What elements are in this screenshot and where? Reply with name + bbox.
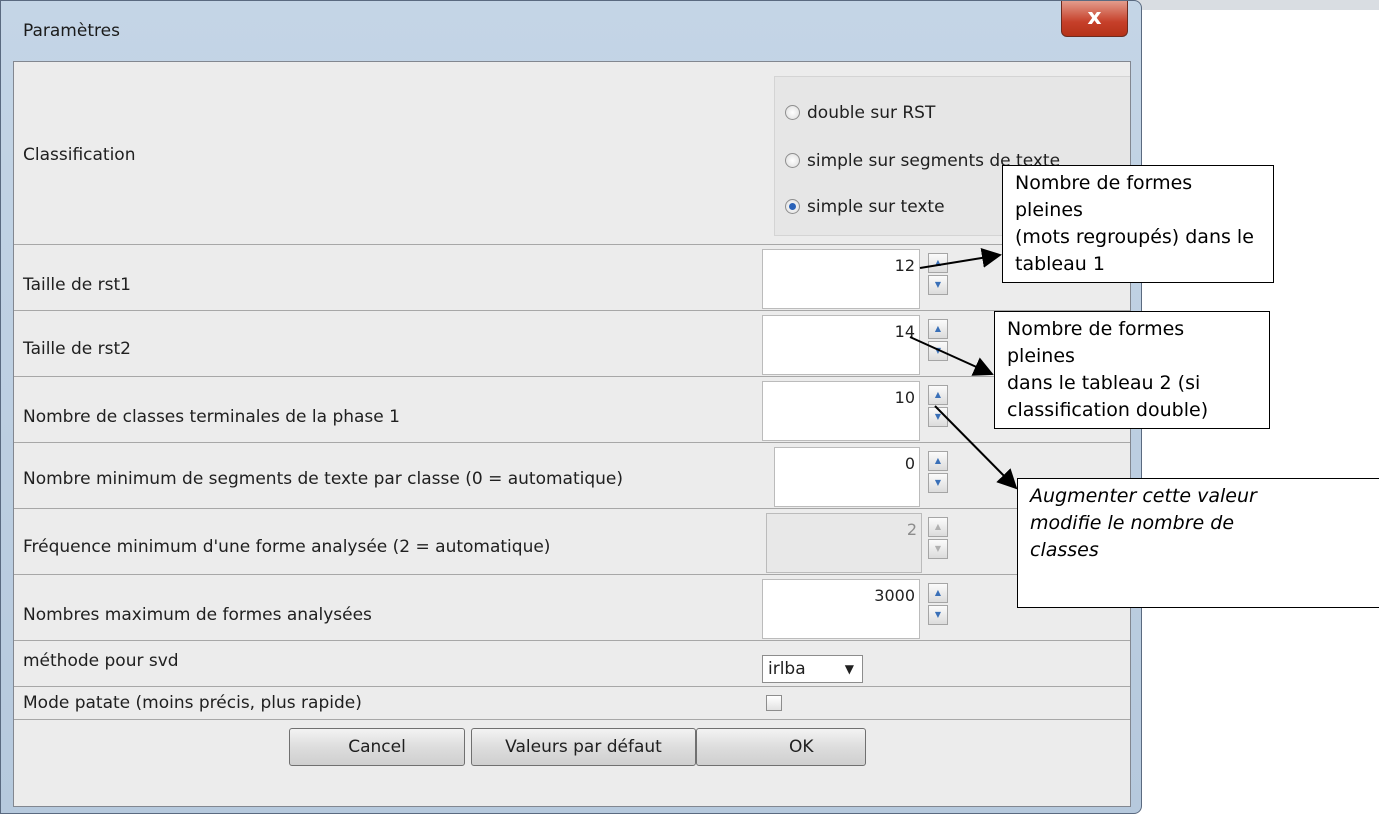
arrow-rst2	[909, 336, 994, 376]
arrow-rst1	[919, 248, 1002, 269]
arrow-terminal-classes	[934, 405, 1018, 490]
annotation-arrows	[909, 248, 1018, 490]
